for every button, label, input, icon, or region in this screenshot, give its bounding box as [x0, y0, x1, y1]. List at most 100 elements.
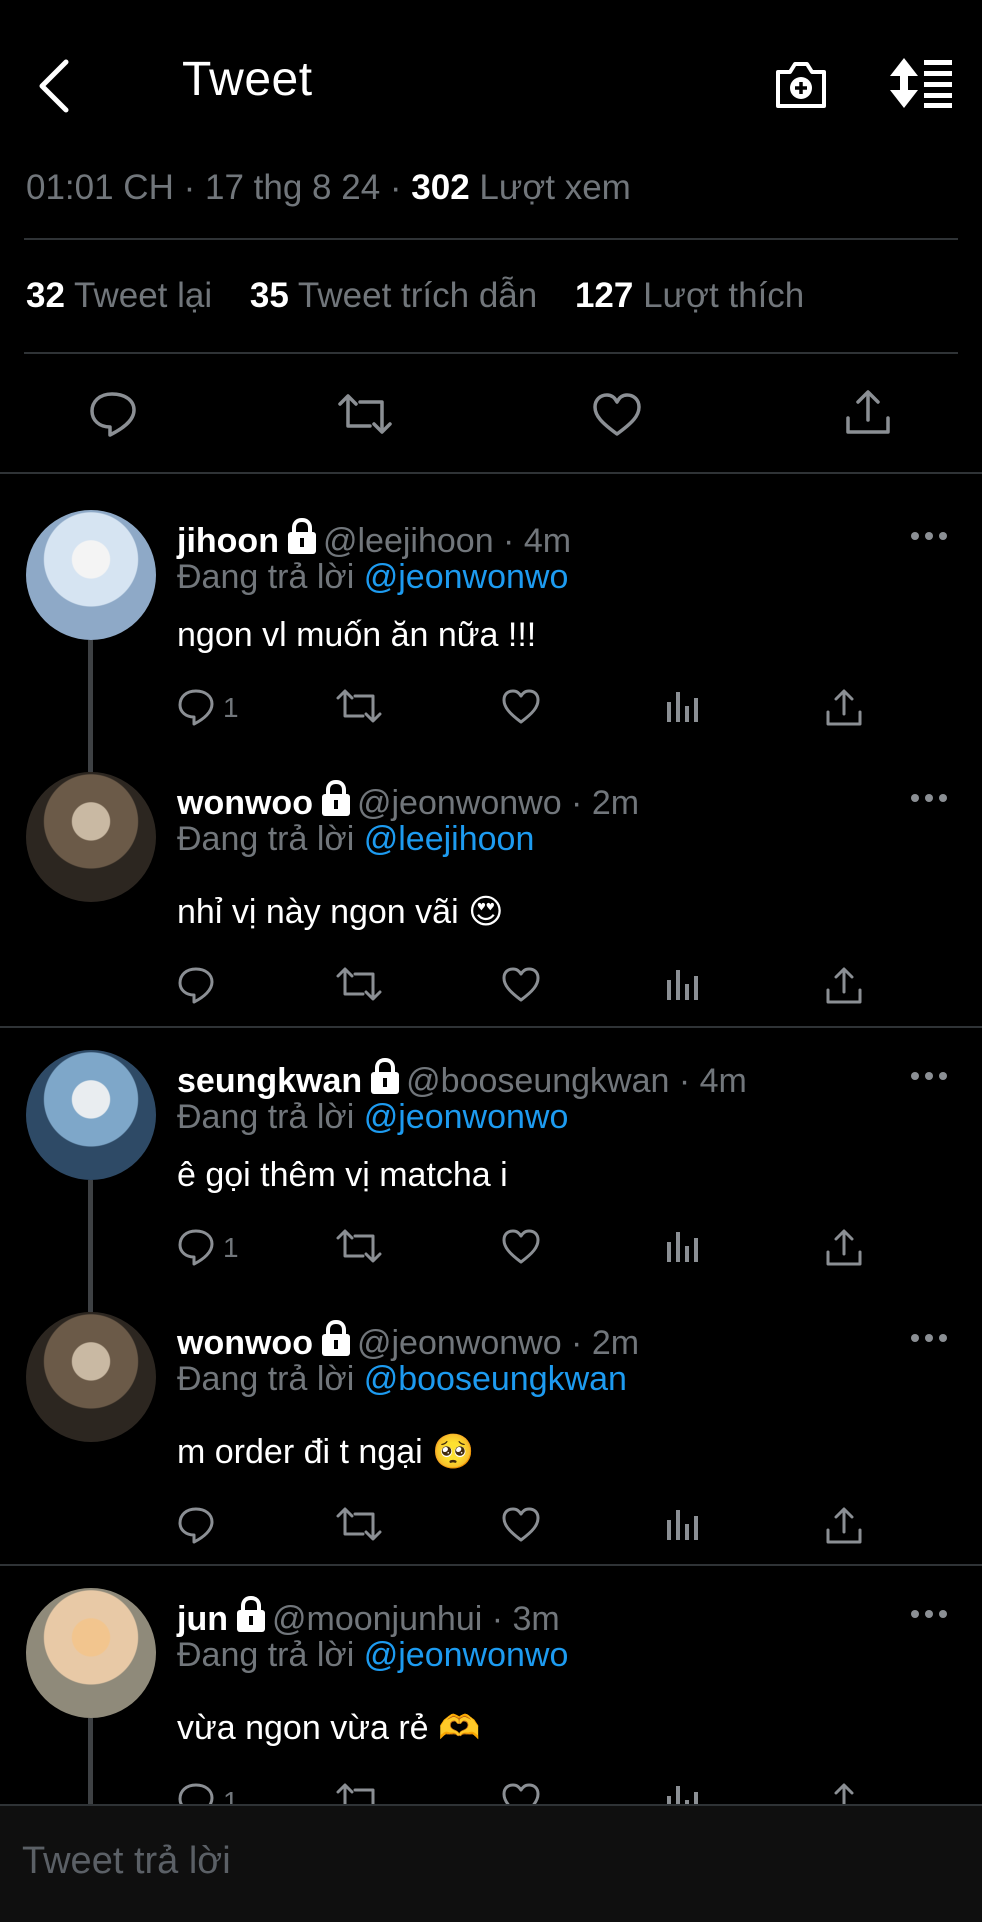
tweet-time: 01:01 CH: [26, 168, 174, 207]
author-name[interactable]: wonwoo: [177, 1324, 313, 1362]
author-name[interactable]: jihoon: [177, 522, 279, 560]
views-action[interactable]: [665, 688, 701, 724]
more-icon: [911, 1072, 947, 1080]
lock-icon: [371, 1057, 400, 1094]
divider: [0, 1564, 982, 1566]
views-icon: [667, 1232, 698, 1262]
reply-icon: [178, 967, 214, 1004]
author-name[interactable]: seungkwan: [177, 1062, 362, 1100]
replying-to-handle[interactable]: @jeonwonwo: [364, 558, 569, 596]
reply-text: ngon vl muốn ăn nữa !!!: [177, 616, 537, 654]
sort-list-icon: [890, 58, 952, 108]
divider: [24, 238, 958, 240]
retweet-action[interactable]: [335, 1228, 383, 1266]
reply-action[interactable]: 1: [177, 1228, 239, 1268]
share-action[interactable]: [825, 688, 865, 728]
lock-icon: [287, 517, 316, 554]
lock-icon: [236, 1595, 265, 1632]
replying-to-handle[interactable]: @jeonwonwo: [364, 1636, 569, 1674]
avatar[interactable]: [26, 510, 156, 640]
share-action[interactable]: [825, 1228, 865, 1268]
reply-icon: [178, 689, 214, 726]
like-action[interactable]: [501, 688, 541, 726]
camera-plus-icon: [776, 62, 826, 108]
views-count: 302: [411, 168, 470, 207]
avatar[interactable]: [26, 1588, 156, 1718]
replying-to-handle[interactable]: @jeonwonwo: [364, 1098, 569, 1136]
author-handle[interactable]: @jeonwonwo · 2m: [357, 784, 639, 822]
reply-button[interactable]: [88, 390, 138, 438]
reply-text: ê gọi thêm vị matcha i: [177, 1156, 508, 1194]
reply-input[interactable]: Tweet trả lời: [22, 1840, 231, 1883]
more-button[interactable]: [910, 528, 948, 546]
avatar[interactable]: [26, 1050, 156, 1180]
replying-to-line: Đang trả lời @leejihoon: [177, 820, 534, 859]
replying-to-line: Đang trả lời @booseungkwan: [177, 1360, 627, 1399]
likes-count: 127: [574, 276, 634, 315]
more-button[interactable]: [910, 790, 948, 808]
sort-button[interactable]: [890, 58, 952, 108]
retweets-stat[interactable]: 32 Tweet lại: [26, 276, 212, 315]
author-name[interactable]: wonwoo: [177, 784, 313, 822]
retweet-button[interactable]: [336, 392, 394, 436]
views-icon: [667, 1510, 698, 1540]
back-button[interactable]: [36, 58, 72, 114]
quotes-count: 35: [249, 276, 289, 315]
author-handle[interactable]: @moonjunhui · 3m: [272, 1600, 560, 1638]
divider: [0, 472, 982, 474]
author-handle[interactable]: @leejihoon · 4m: [323, 522, 571, 560]
replying-label: Đang trả lời: [177, 1360, 355, 1398]
like-action[interactable]: [501, 1506, 541, 1544]
likes-stat[interactable]: 127 Lượt thích: [575, 276, 804, 315]
reply-action[interactable]: [177, 1506, 223, 1546]
more-icon: [911, 532, 947, 540]
divider: [0, 1026, 982, 1028]
replying-to-handle[interactable]: @leejihoon: [364, 820, 535, 858]
replying-to-handle[interactable]: @booseungkwan: [364, 1360, 627, 1398]
reply-action[interactable]: [177, 966, 223, 1006]
more-button[interactable]: [910, 1068, 948, 1086]
share-button[interactable]: [844, 388, 892, 438]
retweet-action[interactable]: [335, 966, 383, 1004]
like-action[interactable]: [501, 1228, 541, 1266]
reply-actions: [177, 966, 877, 1010]
share-action[interactable]: [825, 966, 865, 1006]
views-action[interactable]: [665, 1506, 701, 1542]
more-button[interactable]: [910, 1330, 948, 1348]
heart-icon: [502, 689, 540, 724]
avatar[interactable]: [26, 1312, 156, 1442]
share-action[interactable]: [825, 1506, 865, 1546]
reply-count: 1: [223, 692, 239, 723]
share-icon: [846, 390, 890, 434]
like-button[interactable]: [592, 392, 642, 438]
views-label: Lượt xem: [479, 168, 631, 207]
reply-action[interactable]: 1: [177, 688, 239, 728]
replying-to-line: Đang trả lời @jeonwonwo: [177, 558, 568, 597]
author-handle[interactable]: @booseungkwan · 4m: [406, 1062, 747, 1100]
quotes-stat[interactable]: 35 Tweet trích dẫn: [250, 276, 537, 315]
chevron-left-icon: [39, 59, 69, 113]
more-button[interactable]: [910, 1606, 948, 1624]
lock-icon: [321, 779, 350, 816]
lock-icon: [321, 1319, 350, 1356]
retweets-count: 32: [26, 276, 65, 315]
author-handle[interactable]: @jeonwonwo · 2m: [357, 1324, 639, 1362]
heart-icon: [593, 393, 641, 436]
retweets-label: Tweet lại: [74, 276, 213, 315]
retweet-action[interactable]: [335, 1506, 383, 1544]
retweet-action[interactable]: [335, 688, 383, 726]
thread-line: [88, 1180, 93, 1312]
meta-separator: ·: [389, 168, 402, 207]
tweet-date: 17 thg 8 24: [205, 168, 381, 207]
divider: [24, 352, 958, 354]
page-title: Tweet: [182, 53, 313, 106]
camera-button[interactable]: [774, 58, 828, 112]
like-action[interactable]: [501, 966, 541, 1004]
reply-actions: [177, 1506, 877, 1550]
views-action[interactable]: [665, 966, 701, 1002]
views-action[interactable]: [665, 1228, 701, 1264]
share-icon: [826, 1507, 862, 1544]
author-name[interactable]: jun: [177, 1600, 228, 1638]
avatar[interactable]: [26, 772, 156, 902]
thread-line: [88, 1718, 93, 1804]
